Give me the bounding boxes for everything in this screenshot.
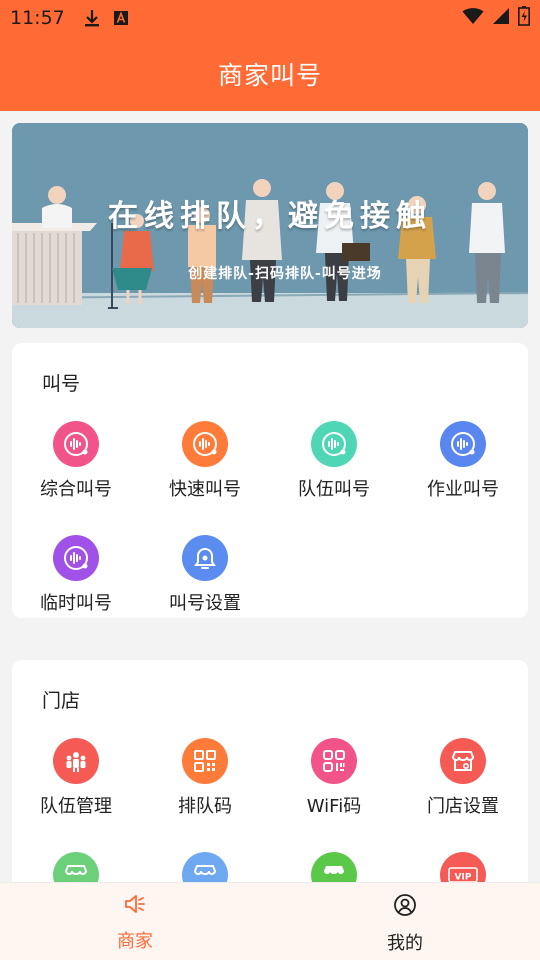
wifi-icon [462, 7, 484, 29]
qr-code-icon [311, 738, 357, 784]
voice-call-icon [53, 421, 99, 467]
store-item-5[interactable] [12, 852, 140, 882]
quick-call-item[interactable]: 快速叫号 [141, 421, 269, 501]
speaker-icon [123, 893, 147, 919]
store-icon [53, 852, 99, 882]
battery-icon [518, 6, 530, 30]
wifi-code-item[interactable]: WiFi码 [270, 738, 398, 818]
team-management-label: 队伍管理 [40, 796, 112, 817]
quick-call-label: 快速叫号 [169, 479, 241, 500]
team-icon [53, 738, 99, 784]
call-settings-label: 叫号设置 [169, 593, 241, 614]
bell-settings-icon [182, 535, 228, 581]
app-bar: 商家叫号 [0, 36, 540, 111]
store-icon [311, 852, 357, 882]
vip-item[interactable]: VIP [399, 852, 527, 882]
vip-badge-text: VIP [455, 873, 472, 883]
store-item-6[interactable] [141, 852, 269, 882]
promo-banner[interactable]: 在线排队，避免接触 创建排队-扫码排队-叫号进场 [12, 123, 528, 328]
voice-call-icon [440, 421, 486, 467]
store-settings-label: 门店设置 [427, 796, 499, 817]
store-item-7[interactable] [270, 852, 398, 882]
tab-mine-label: 我的 [387, 933, 423, 954]
status-time: 11:57 [10, 7, 65, 29]
voice-call-icon [53, 535, 99, 581]
call-section-card: 叫号 综合叫号 快速叫号 队伍叫号 作业叫号 临时叫号 叫号设置 [12, 343, 528, 618]
call-settings-item[interactable]: 叫号设置 [141, 535, 269, 615]
store-section-title: 门店 [42, 690, 81, 712]
main-content[interactable]: 在线排队，避免接触 创建排队-扫码排队-叫号进场 叫号 综合叫号 快速叫号 队伍… [0, 111, 540, 882]
temporary-call-label: 临时叫号 [40, 593, 112, 614]
wifi-code-label: WiFi码 [306, 796, 362, 817]
store-icon [182, 852, 228, 882]
team-call-item[interactable]: 队伍叫号 [270, 421, 398, 501]
a-box-icon [113, 10, 129, 26]
call-section-title: 叫号 [42, 373, 81, 395]
voice-call-icon [182, 421, 228, 467]
store-settings-icon [440, 738, 486, 784]
store-section-card: 门店 队伍管理 排队码 WiFi码 门店设置 VIP [12, 660, 528, 882]
general-call-label: 综合叫号 [40, 479, 112, 500]
signal-icon [492, 7, 510, 29]
tab-merchant-label: 商家 [117, 931, 153, 952]
tab-merchant[interactable]: 商家 [0, 883, 270, 960]
bottom-tab-bar: 商家 我的 [0, 882, 540, 960]
temporary-call-item[interactable]: 临时叫号 [12, 535, 140, 615]
store-settings-item[interactable]: 门店设置 [399, 738, 527, 818]
qr-code-icon [182, 738, 228, 784]
banner-subline: 创建排队-扫码排队-叫号进场 [188, 266, 382, 282]
general-call-item[interactable]: 综合叫号 [12, 421, 140, 501]
job-call-label: 作业叫号 [427, 479, 499, 500]
status-bar: 11:57 [0, 0, 540, 36]
tab-mine[interactable]: 我的 [270, 883, 540, 960]
user-icon [393, 893, 417, 921]
team-call-label: 队伍叫号 [298, 479, 370, 500]
vip-icon: VIP [440, 852, 486, 882]
team-management-item[interactable]: 队伍管理 [12, 738, 140, 818]
banner-headline: 在线排队，避免接触 [108, 199, 432, 234]
queue-code-item[interactable]: 排队码 [141, 738, 269, 818]
queue-code-label: 排队码 [178, 796, 232, 817]
page-title: 商家叫号 [217, 60, 322, 90]
job-call-item[interactable]: 作业叫号 [399, 421, 527, 501]
download-icon [83, 8, 101, 28]
voice-call-icon [311, 421, 357, 467]
